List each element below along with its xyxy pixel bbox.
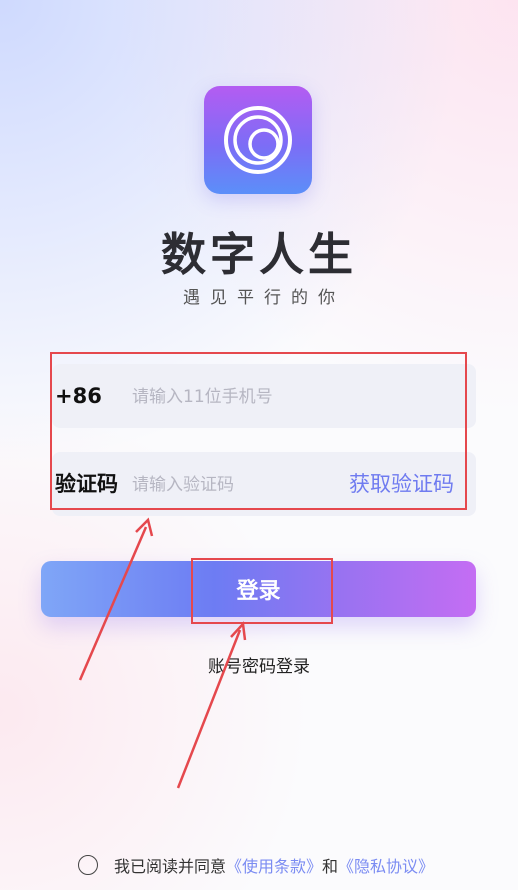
agreement-row: 我已阅读并同意 《使用条款》 和 《隐私协议》 (78, 852, 434, 878)
concentric-rings-icon (224, 106, 292, 174)
agreement-and: 和 (322, 857, 339, 876)
app-title: 数字人生 (160, 228, 357, 281)
app-logo-icon (204, 86, 312, 194)
agreement-text: 我已阅读并同意 (114, 857, 227, 876)
circle-checkbox-icon[interactable] (78, 855, 98, 875)
terms-link[interactable]: 《使用条款》 (226, 853, 322, 877)
privacy-link[interactable]: 《隐私协议》 (338, 853, 434, 877)
annotation-box-form (50, 352, 467, 510)
annotation-arrowhead-login (230, 621, 247, 641)
annotation-box-login (191, 558, 333, 624)
password-login-link[interactable]: 账号密码登录 (0, 652, 518, 677)
app-subtitle: 遇见平行的你 (183, 288, 345, 308)
annotation-arrowhead-form (135, 517, 154, 537)
